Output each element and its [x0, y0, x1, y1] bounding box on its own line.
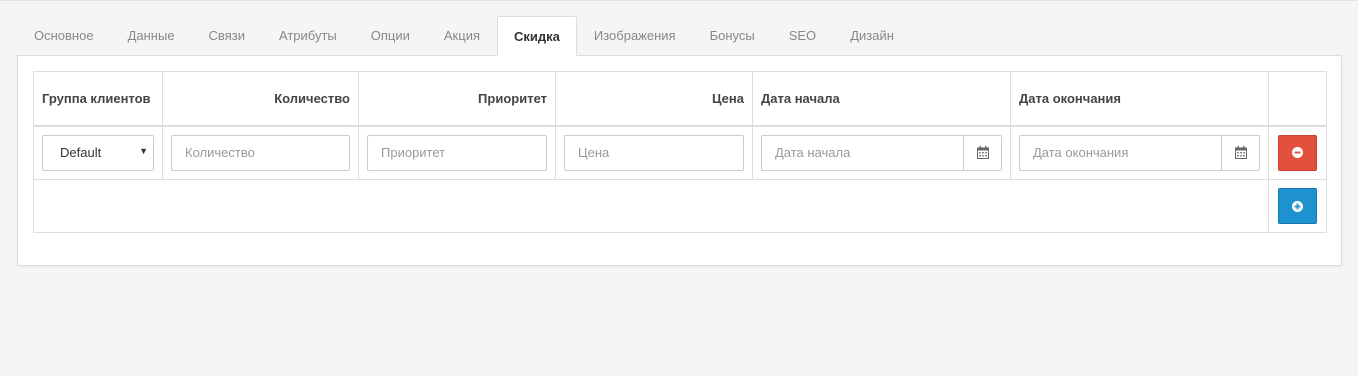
top-divider	[0, 0, 1358, 1]
cell-remove	[1268, 125, 1327, 180]
table-add-row	[33, 179, 1327, 233]
remove-discount-button[interactable]	[1278, 134, 1317, 171]
cell-date-end	[1010, 125, 1269, 180]
cell-price	[555, 125, 753, 180]
priority-input[interactable]	[367, 134, 547, 171]
tab-general[interactable]: Основное	[17, 16, 111, 56]
price-input[interactable]	[564, 134, 744, 171]
tab-links[interactable]: Связи	[192, 16, 262, 56]
header-quantity: Количество	[162, 71, 359, 127]
tab-content-panel: Группа клиентов Количество Приоритет Цен…	[17, 55, 1342, 266]
customer-group-select[interactable]: Default ▼	[42, 134, 154, 171]
cell-add	[1268, 179, 1327, 233]
header-price: Цена	[555, 71, 753, 127]
calendar-icon	[1234, 146, 1247, 160]
tab-special[interactable]: Акция	[427, 16, 497, 56]
header-actions	[1268, 71, 1327, 127]
cell-add-spacer	[33, 179, 1269, 233]
date-start-group	[761, 134, 1002, 171]
tab-seo[interactable]: SEO	[772, 16, 833, 56]
table-header-row: Группа клиентов Количество Приоритет Цен…	[33, 71, 1327, 127]
date-start-input[interactable]	[761, 134, 963, 171]
header-date-start: Дата начала	[752, 71, 1011, 127]
cell-quantity	[162, 125, 359, 180]
minus-circle-icon	[1292, 147, 1303, 159]
customer-group-select-value: Default	[42, 134, 154, 171]
tab-attributes[interactable]: Атрибуты	[262, 16, 354, 56]
tab-discount[interactable]: Скидка	[497, 16, 577, 56]
product-tabs: Основное Данные Связи Атрибуты Опции Акц…	[17, 16, 911, 56]
tab-design[interactable]: Дизайн	[833, 16, 911, 56]
cell-date-start	[752, 125, 1011, 180]
plus-circle-icon	[1292, 200, 1303, 212]
discount-table: Группа клиентов Количество Приоритет Цен…	[33, 71, 1327, 233]
date-end-input[interactable]	[1019, 134, 1221, 171]
tab-options[interactable]: Опции	[354, 16, 427, 56]
table-row: Default ▼	[33, 125, 1327, 180]
tab-images[interactable]: Изображения	[577, 16, 693, 56]
cell-priority	[358, 125, 556, 180]
tab-data[interactable]: Данные	[111, 16, 192, 56]
date-end-calendar-button[interactable]	[1221, 134, 1260, 171]
calendar-icon	[976, 146, 989, 160]
tab-reward[interactable]: Бонусы	[693, 16, 772, 56]
add-discount-button[interactable]	[1278, 188, 1317, 224]
caret-down-icon: ▼	[139, 145, 148, 156]
header-priority: Приоритет	[358, 71, 556, 127]
date-end-group	[1019, 134, 1260, 171]
cell-customer-group: Default ▼	[33, 125, 163, 180]
header-customer-group: Группа клиентов	[33, 71, 163, 127]
header-date-end: Дата окончания	[1010, 71, 1269, 127]
quantity-input[interactable]	[171, 134, 350, 171]
date-start-calendar-button[interactable]	[963, 134, 1002, 171]
